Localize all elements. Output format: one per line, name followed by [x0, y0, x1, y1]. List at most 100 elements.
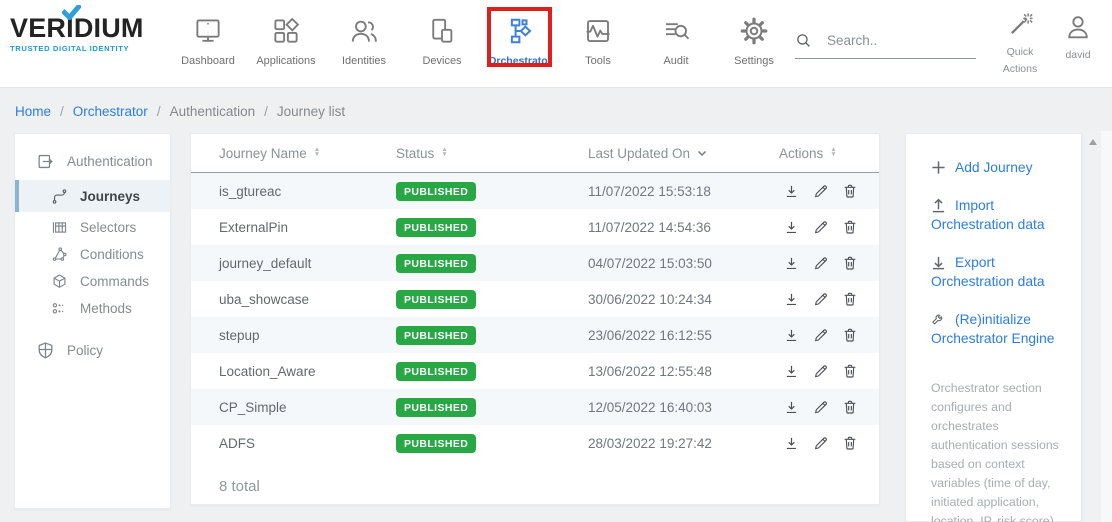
journey-name: CP_Simple — [219, 400, 396, 415]
table-row[interactable]: journey_default PUBLISHED 04/07/2022 15:… — [191, 245, 879, 281]
last-updated: 11/07/2022 15:53:18 — [588, 184, 779, 199]
table-row[interactable]: uba_showcase PUBLISHED 30/06/2022 10:24:… — [191, 281, 879, 317]
magic-wand-icon — [1007, 12, 1033, 38]
login-arrow-icon — [36, 152, 55, 171]
delete-trash-icon[interactable] — [842, 183, 858, 199]
edit-pencil-icon[interactable] — [813, 291, 829, 307]
edit-pencil-icon[interactable] — [813, 327, 829, 343]
sidebar-item-label: Journeys — [80, 189, 140, 204]
policy-shield-icon — [36, 341, 55, 360]
nav-label: Settings — [734, 55, 774, 67]
add-journey-link[interactable]: Add Journey — [906, 158, 1081, 177]
nav-label: Tools — [585, 55, 611, 67]
delete-trash-icon[interactable] — [842, 363, 858, 379]
edit-pencil-icon[interactable] — [813, 399, 829, 415]
table-row[interactable]: CP_Simple PUBLISHED 12/05/2022 16:40:03 — [191, 389, 879, 425]
table-row[interactable]: ExternalPin PUBLISHED 11/07/2022 14:54:3… — [191, 209, 879, 245]
edit-pencil-icon[interactable] — [813, 183, 829, 199]
status-badge: PUBLISHED — [396, 362, 476, 381]
column-header-actions[interactable]: Actions▲▼ — [779, 146, 879, 161]
breadcrumb-orchestrator[interactable]: Orchestrator — [73, 104, 148, 119]
nav-item-tools[interactable]: Tools — [559, 0, 637, 88]
last-updated: 30/06/2022 10:24:34 — [588, 292, 779, 307]
status-badge: PUBLISHED — [396, 434, 476, 453]
table-row[interactable]: is_gtureac PUBLISHED 11/07/2022 15:53:18 — [191, 173, 879, 209]
nav-label: Audit — [663, 55, 688, 67]
nav-item-settings[interactable]: Settings — [715, 0, 793, 88]
breadcrumb-home[interactable]: Home — [15, 104, 51, 119]
sidebar-item-policy[interactable]: Policy — [15, 335, 170, 366]
table-row[interactable]: ADFS PUBLISHED 28/03/2022 19:27:42 — [191, 425, 879, 461]
journey-name: uba_showcase — [219, 292, 396, 307]
sidebar-item-label: Selectors — [80, 220, 136, 235]
breadcrumb-authentication: Authentication — [170, 104, 256, 119]
last-updated: 11/07/2022 14:54:36 — [588, 220, 779, 235]
delete-trash-icon[interactable] — [842, 435, 858, 451]
download-icon[interactable] — [783, 435, 800, 452]
delete-trash-icon[interactable] — [842, 291, 858, 307]
sidebar-item-label: Authentication — [67, 154, 153, 169]
import-orchestration-link[interactable]: Import Orchestration data — [906, 196, 1081, 234]
edit-pencil-icon[interactable] — [813, 435, 829, 451]
devices-icon — [427, 14, 457, 48]
download-icon[interactable] — [783, 363, 800, 380]
column-header-journey-name[interactable]: Journey Name▲▼ — [219, 146, 396, 161]
status-badge: PUBLISHED — [396, 254, 476, 273]
download-icon[interactable] — [783, 255, 800, 272]
nav-item-devices[interactable]: Devices — [403, 0, 481, 88]
edit-pencil-icon[interactable] — [813, 219, 829, 235]
status-badge: PUBLISHED — [396, 182, 476, 201]
download-icon[interactable] — [783, 399, 800, 416]
sidebar-item-commands[interactable]: Commands — [15, 268, 170, 295]
scroll-up-arrow-icon[interactable] — [1089, 139, 1097, 145]
column-header-status[interactable]: Status▲▼ — [396, 146, 588, 161]
reinitialize-engine-link[interactable]: (Re)initialize Orchestrator Engine — [906, 310, 1081, 348]
nav-label: Applications — [256, 55, 315, 67]
tools-pulse-icon — [583, 14, 613, 48]
column-header-last-updated[interactable]: Last Updated On — [588, 146, 779, 161]
breadcrumb: Home / Orchestrator / Authentication / J… — [0, 89, 1112, 133]
user-menu[interactable]: david — [1054, 13, 1102, 64]
nav-item-applications[interactable]: Applications — [247, 0, 325, 88]
breadcrumb-separator: / — [264, 104, 268, 119]
download-icon[interactable] — [783, 327, 800, 344]
search-input[interactable] — [827, 33, 967, 48]
journey-name: journey_default — [219, 256, 396, 271]
top-header: VERIDIUM TRUSTED DIGITAL IDENTITY Dashbo… — [0, 0, 1112, 88]
vertical-scrollbar[interactable] — [1085, 131, 1101, 522]
download-icon[interactable] — [783, 219, 800, 236]
nav-item-identities[interactable]: Identities — [325, 0, 403, 88]
nav-label: Orchestrator — [488, 55, 552, 67]
edit-pencil-icon[interactable] — [813, 363, 829, 379]
delete-trash-icon[interactable] — [842, 327, 858, 343]
edit-pencil-icon[interactable] — [813, 255, 829, 271]
search-box — [795, 32, 976, 59]
main-nav: Dashboard Applications Identities Device… — [169, 0, 793, 88]
export-orchestration-link[interactable]: Export Orchestration data — [906, 253, 1081, 291]
nav-item-orchestrator[interactable]: Orchestrator — [481, 0, 559, 88]
nav-item-dashboard[interactable]: Dashboard — [169, 0, 247, 88]
sidebar-item-methods[interactable]: Methods — [15, 295, 170, 322]
quick-actions-button[interactable]: QuickActions — [994, 12, 1046, 78]
delete-trash-icon[interactable] — [842, 219, 858, 235]
applications-grid-icon — [271, 14, 301, 48]
breadcrumb-separator: / — [157, 104, 161, 119]
table-row[interactable]: stepup PUBLISHED 23/06/2022 16:12:55 — [191, 317, 879, 353]
action-panel: Add Journey Import Orchestration data Ex… — [905, 133, 1082, 522]
sidebar-item-selectors[interactable]: Selectors — [15, 214, 170, 241]
nav-item-audit[interactable]: Audit — [637, 0, 715, 88]
sidebar-item-journeys[interactable]: Journeys — [15, 180, 170, 212]
arrow-up-icon — [931, 198, 946, 213]
veridium-logo[interactable]: VERIDIUM TRUSTED DIGITAL IDENTITY — [10, 15, 144, 53]
table-row[interactable]: Location_Aware PUBLISHED 13/06/2022 12:5… — [191, 353, 879, 389]
delete-trash-icon[interactable] — [842, 399, 858, 415]
sidebar-item-conditions[interactable]: Conditions — [15, 241, 170, 268]
sidebar-item-authentication[interactable]: Authentication — [15, 146, 170, 177]
sort-both-icon: ▲▼ — [441, 148, 447, 157]
delete-trash-icon[interactable] — [842, 255, 858, 271]
row-count: 8 total — [219, 478, 879, 495]
orchestrator-description: Orchestrator section configures and orch… — [931, 379, 1067, 522]
last-updated: 04/07/2022 15:03:50 — [588, 256, 779, 271]
download-icon[interactable] — [783, 183, 800, 200]
download-icon[interactable] — [783, 291, 800, 308]
